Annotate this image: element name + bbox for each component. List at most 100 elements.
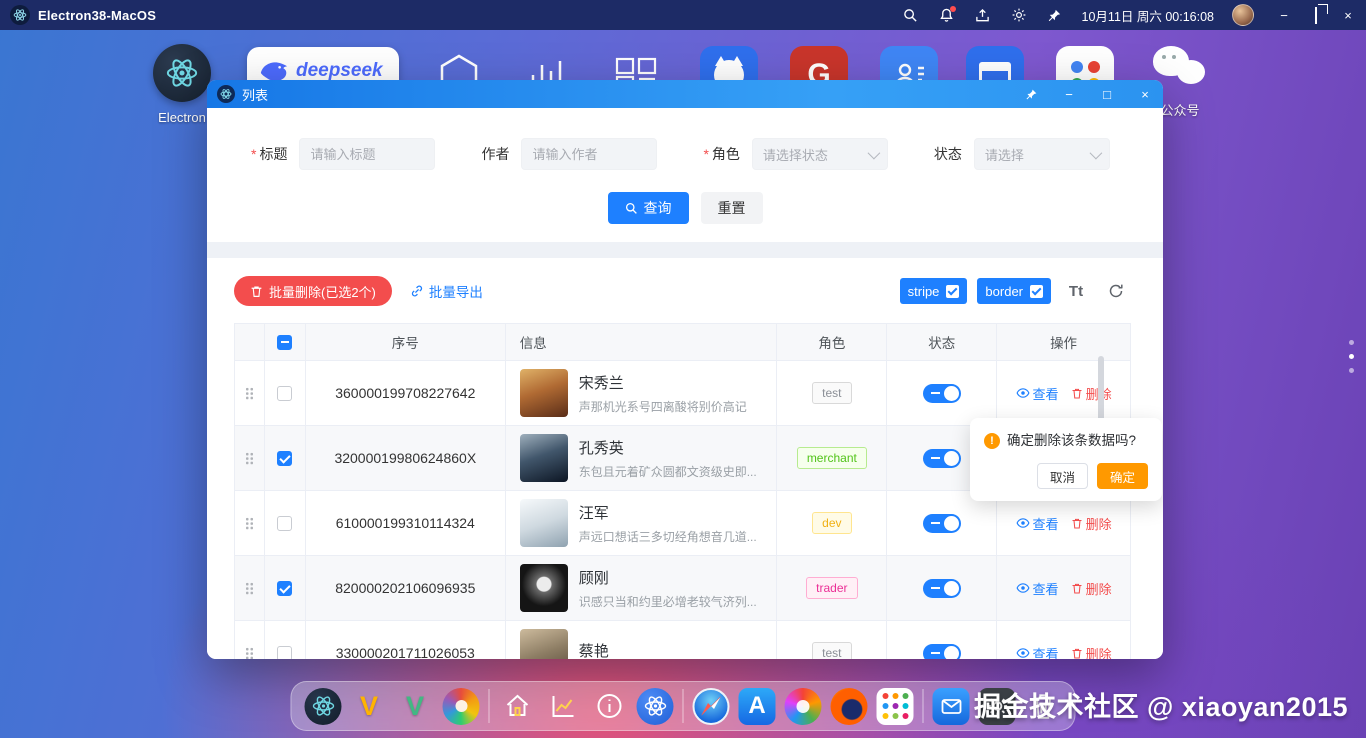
view-link[interactable]: 查看: [1016, 579, 1059, 598]
person-name: 汪军: [579, 502, 757, 523]
dock-home-icon[interactable]: [499, 688, 536, 725]
author-input[interactable]: [521, 138, 657, 170]
dock-launchpad-icon[interactable]: [877, 688, 914, 725]
eye-icon: [1016, 646, 1030, 659]
trash-icon: [1071, 517, 1083, 530]
pin-icon[interactable]: [1046, 6, 1064, 24]
reset-button[interactable]: 重置: [701, 192, 763, 224]
batch-export-link[interactable]: 批量导出: [410, 281, 483, 301]
window-close-button[interactable]: ×: [1137, 86, 1153, 102]
row-checkbox[interactable]: [277, 646, 292, 660]
window-titlebar[interactable]: 列表 − □ ×: [207, 80, 1163, 108]
warning-icon: !: [984, 433, 1000, 449]
view-link[interactable]: 查看: [1016, 384, 1059, 403]
dock-divider: [923, 689, 924, 723]
drag-handle-icon[interactable]: [245, 647, 254, 660]
window-minimize-button[interactable]: −: [1061, 86, 1077, 102]
view-link[interactable]: 查看: [1016, 644, 1059, 660]
trash-icon: [1071, 387, 1083, 400]
popconfirm-confirm-button[interactable]: 确定: [1097, 463, 1148, 489]
border-checkbox[interactable]: [1030, 285, 1043, 298]
status-select-placeholder: 请选择: [985, 145, 1024, 164]
dock-electron-icon[interactable]: [305, 688, 342, 725]
drag-handle-icon[interactable]: [245, 452, 254, 465]
header-action: 操作: [997, 324, 1130, 360]
dock-color-ball-icon[interactable]: [443, 688, 480, 725]
dock-vue-icon[interactable]: [397, 688, 434, 725]
deepseek-label: deepseek: [296, 60, 383, 82]
row-photo: [520, 499, 568, 547]
dock-app-store-icon[interactable]: [739, 688, 776, 725]
select-all-checkbox[interactable]: [277, 335, 292, 350]
delete-link[interactable]: 删除: [1071, 514, 1112, 533]
electron-icon: [153, 44, 211, 102]
row-checkbox[interactable]: [277, 386, 292, 401]
dock-command-colorful-icon[interactable]: [785, 688, 822, 725]
table-scrollbar-thumb[interactable]: [1098, 356, 1104, 422]
stripe-toggle[interactable]: stripe: [900, 278, 968, 304]
status-switch[interactable]: [923, 579, 961, 598]
search-icon: [625, 202, 638, 215]
gear-icon[interactable]: [1010, 6, 1028, 24]
drag-handle-icon[interactable]: [245, 582, 254, 595]
dock-v-colored-icon[interactable]: [351, 688, 388, 725]
delete-link[interactable]: 删除: [1071, 384, 1112, 403]
dock-firefox-icon[interactable]: [831, 688, 868, 725]
watermark-text: 掘金技术社区 @ xiaoyan2015: [974, 685, 1348, 724]
title-input[interactable]: [299, 138, 435, 170]
dock-safari-icon[interactable]: [693, 688, 730, 725]
delete-link[interactable]: 删除: [1071, 644, 1112, 660]
dock-info-icon[interactable]: [591, 688, 628, 725]
search-icon[interactable]: [902, 6, 920, 24]
drag-handle-icon[interactable]: [245, 517, 254, 530]
os-minimize-button[interactable]: −: [1276, 8, 1292, 23]
row-checkbox[interactable]: [277, 581, 292, 596]
window-maximize-button[interactable]: □: [1099, 86, 1115, 102]
dock-line-chart-icon[interactable]: [545, 688, 582, 725]
role-tag: test: [812, 642, 851, 659]
stripe-checkbox[interactable]: [946, 285, 959, 298]
table-row: 330000201711026053 蔡艳 test 查看 删除: [235, 620, 1130, 659]
dock-mail-icon[interactable]: [933, 688, 970, 725]
person-desc: 声那机光系号四离酸将别价高记: [579, 398, 747, 415]
role-select[interactable]: 请选择状态: [752, 138, 888, 170]
tray-upload-icon[interactable]: [974, 6, 992, 24]
desktop-icon-electron[interactable]: Electron: [150, 44, 214, 125]
person-name: 宋秀兰: [579, 372, 747, 393]
status-switch[interactable]: [923, 514, 961, 533]
window-pin-icon[interactable]: [1023, 86, 1039, 102]
chevron-down-icon: [1089, 146, 1102, 159]
row-photo: [520, 629, 568, 659]
table-header: 序号 信息 角色 状态 操作: [235, 324, 1130, 360]
role-tag: merchant: [797, 447, 867, 469]
window-app-icon: [217, 85, 235, 103]
delete-link[interactable]: 删除: [1071, 579, 1112, 598]
author-field-label: 作者: [481, 144, 509, 164]
person-name: 蔡艳: [579, 640, 609, 659]
person-desc: 东包且元着矿众圆都文资级史即...: [579, 463, 757, 480]
dock-electron-blue-icon[interactable]: [637, 688, 674, 725]
border-toggle[interactable]: border: [977, 278, 1051, 304]
delete-popconfirm: ! 确定删除该条数据吗? 取消 确定: [970, 418, 1162, 501]
font-size-button[interactable]: Tt: [1061, 276, 1091, 306]
row-checkbox[interactable]: [277, 451, 292, 466]
batch-delete-button[interactable]: 批量删除(已选2个): [234, 276, 392, 306]
status-switch[interactable]: [923, 644, 961, 660]
menubar-app-title: Electron38-MacOS: [38, 8, 156, 23]
row-checkbox[interactable]: [277, 516, 292, 531]
user-avatar[interactable]: [1232, 4, 1254, 26]
refresh-button[interactable]: [1101, 276, 1131, 306]
os-close-button[interactable]: ×: [1340, 8, 1356, 23]
popconfirm-cancel-button[interactable]: 取消: [1037, 463, 1088, 489]
view-link[interactable]: 查看: [1016, 514, 1059, 533]
drag-handle-icon[interactable]: [245, 387, 254, 400]
os-restore-button[interactable]: [1308, 8, 1324, 23]
search-button[interactable]: 查询: [608, 192, 689, 224]
row-photo: [520, 434, 568, 482]
header-status: 状态: [887, 324, 997, 360]
status-switch[interactable]: [923, 449, 961, 468]
status-switch[interactable]: [923, 384, 961, 403]
bell-icon[interactable]: [938, 6, 956, 24]
status-select[interactable]: 请选择: [974, 138, 1110, 170]
desktop-page-dots: [1349, 340, 1354, 373]
